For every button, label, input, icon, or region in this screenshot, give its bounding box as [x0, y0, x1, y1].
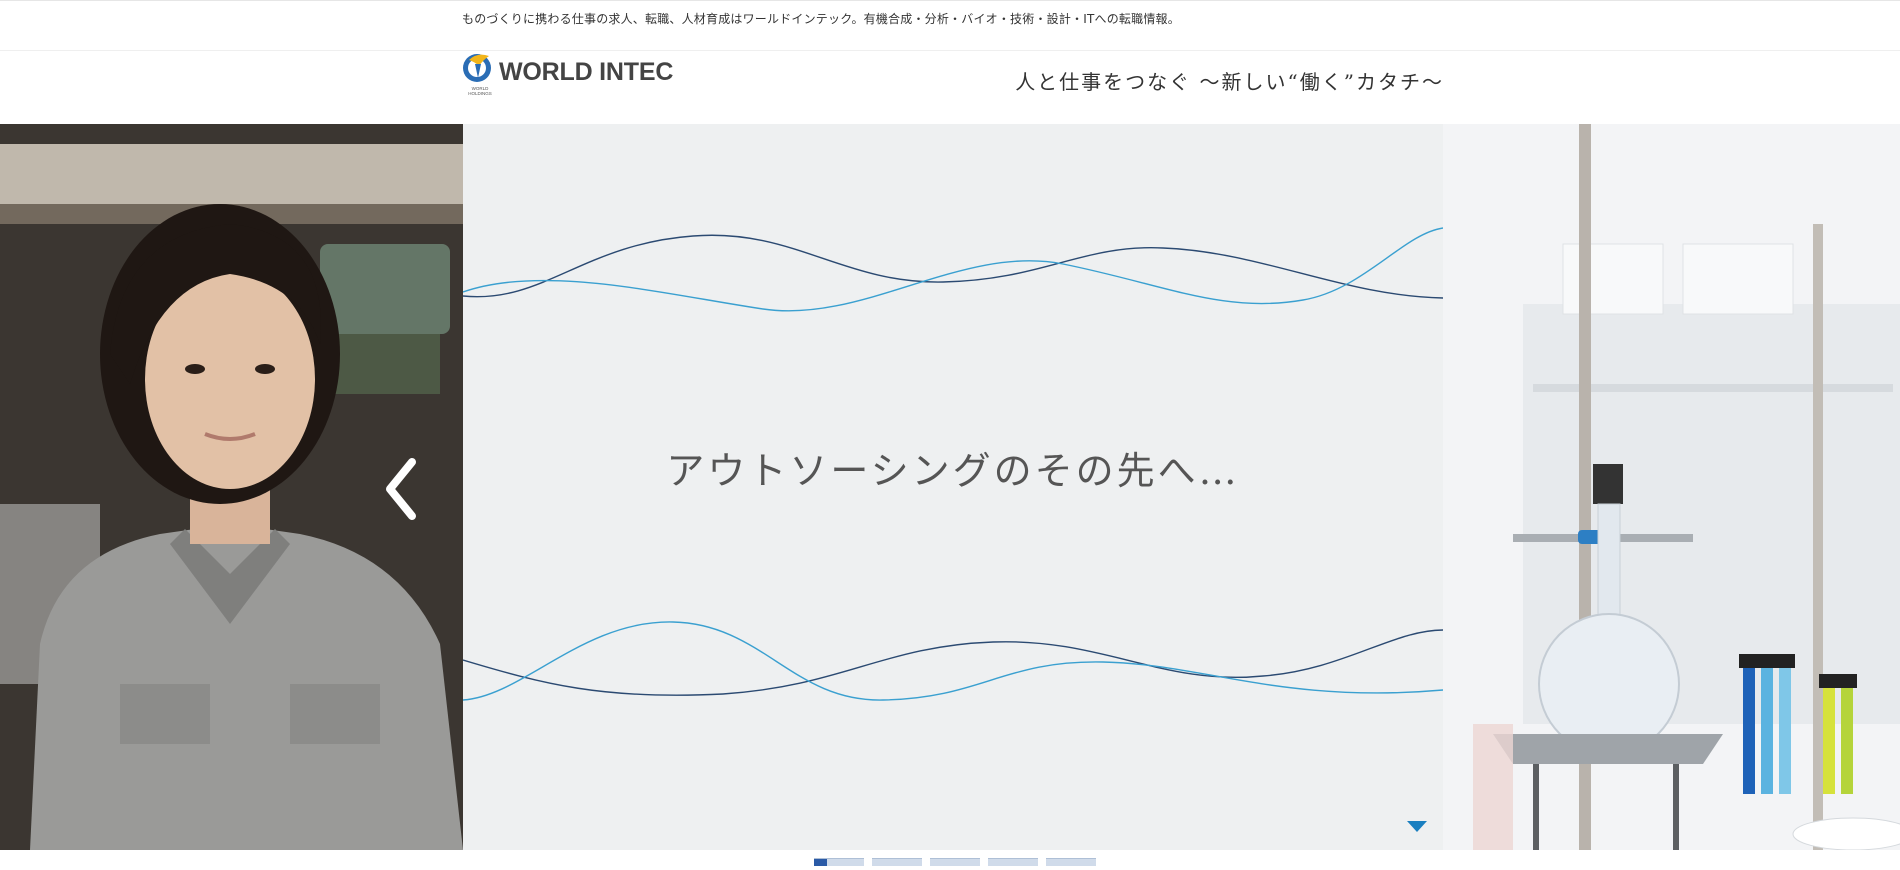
header-divider [0, 50, 1900, 51]
pager-dot-1[interactable] [814, 858, 864, 866]
hero-slider: アウトソーシングのその先へ… [0, 124, 1900, 850]
laboratory-illustration [1443, 124, 1900, 850]
slide-headline: アウトソーシングのその先へ… [666, 449, 1240, 493]
pager-dot-2[interactable] [872, 858, 922, 866]
slider-pager [814, 858, 1096, 866]
pager-dot-3[interactable] [930, 858, 980, 866]
logo-subtext: WORLD HOLDINGS [468, 86, 492, 96]
laboratory-glassware-photo [1443, 124, 1900, 850]
world-intec-logo[interactable]: WORLD HOLDINGS WORLD INTEC [461, 50, 681, 100]
chevron-left-icon[interactable] [382, 454, 422, 524]
logo-text: WORLD INTEC [499, 58, 674, 86]
page: ものづくりに携わる仕事の求人、転職、人材育成はワールドインテック。有機合成・分析… [0, 0, 1900, 870]
center-slide: アウトソーシングのその先へ… [463, 124, 1443, 850]
top-border [0, 0, 1900, 1]
pager-dot-4[interactable] [988, 858, 1038, 866]
catchphrase: 人と仕事をつなぐ ～新しい“働く”カタチ～ [1015, 70, 1444, 94]
site-tagline: ものづくりに携わる仕事の求人、転職、人材育成はワールドインテック。有機合成・分析… [462, 12, 1180, 26]
pager-dot-5[interactable] [1046, 858, 1096, 866]
triangle-down-icon[interactable] [1407, 821, 1427, 833]
